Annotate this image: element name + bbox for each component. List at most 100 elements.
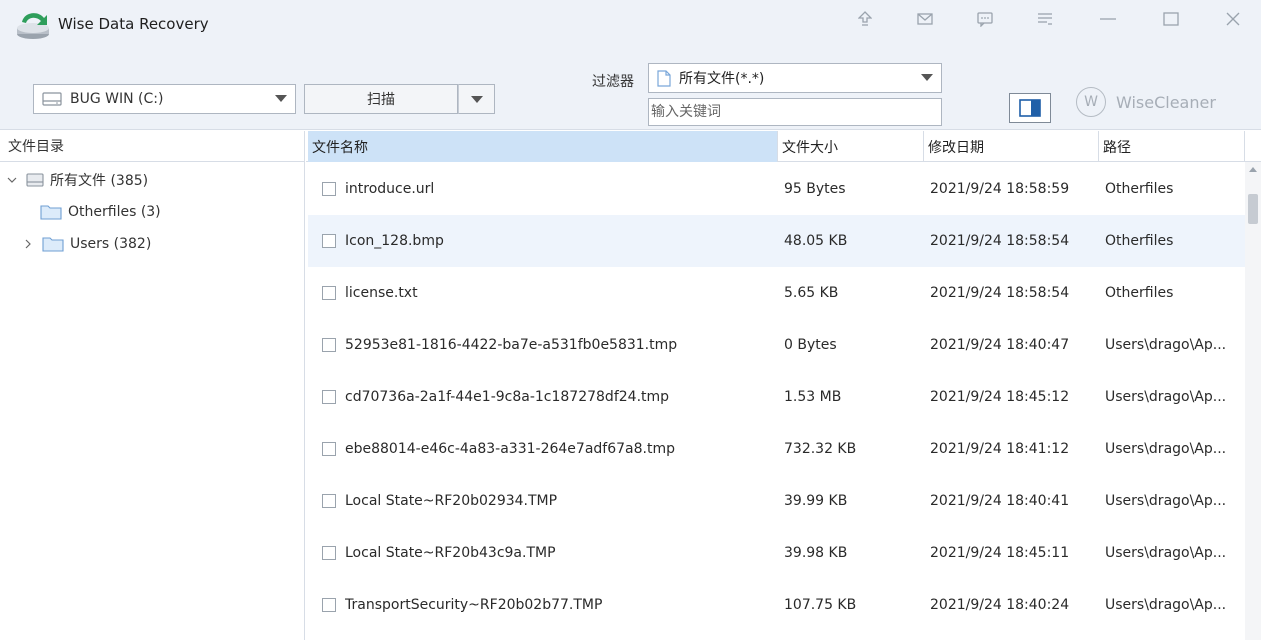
column-header-size[interactable]: 文件大小: [778, 131, 924, 162]
file-name: 52953e81-1816-4422-ba7e-a531fb0e5831.tmp: [345, 337, 678, 353]
vertical-scrollbar[interactable]: [1245, 162, 1261, 640]
tree-node-all-files[interactable]: 所有文件 (385): [6, 168, 148, 192]
file-date: 2021/9/24 18:58:54: [930, 285, 1070, 301]
tree-node-label: 所有文件 (385): [50, 173, 149, 189]
maximize-icon[interactable]: [1158, 8, 1184, 30]
file-path: Users\drago\Ap...: [1105, 493, 1227, 509]
toolbar-area: Wise Data Recovery BUG WIN (C:) 扫描 过滤器 所…: [0, 0, 1261, 130]
file-size: 39.98 KB: [784, 545, 848, 561]
drive-select[interactable]: BUG WIN (C:): [33, 84, 296, 114]
file-date: 2021/9/24 18:40:41: [930, 493, 1070, 509]
app-title: Wise Data Recovery: [58, 15, 209, 33]
file-path: Users\drago\Ap...: [1105, 597, 1227, 613]
table-row[interactable]: Icon_128.bmp 48.05 KB 2021/9/24 18:58:54…: [308, 215, 1245, 267]
row-checkbox[interactable]: [322, 598, 336, 612]
file-date: 2021/9/24 18:58:54: [930, 233, 1070, 249]
upgrade-icon[interactable]: [852, 8, 878, 30]
brand: W WiseCleaner: [1076, 87, 1216, 117]
mail-icon[interactable]: [912, 8, 938, 30]
row-checkbox[interactable]: [322, 182, 336, 196]
filter-value: 所有文件(*.*): [679, 71, 765, 87]
scroll-up-icon[interactable]: [1249, 167, 1257, 172]
table-row[interactable]: 52953e81-1816-4422-ba7e-a531fb0e5831.tmp…: [308, 319, 1245, 371]
tree-header: 文件目录: [0, 131, 304, 162]
table-row[interactable]: introduce.url 95 Bytes 2021/9/24 18:58:5…: [308, 163, 1245, 215]
menu-icon[interactable]: [1032, 8, 1058, 30]
file-path: Users\drago\Ap...: [1105, 337, 1227, 353]
drive-label: BUG WIN (C:): [70, 91, 164, 107]
preview-pane-button[interactable]: [1009, 93, 1051, 123]
row-checkbox[interactable]: [322, 338, 336, 352]
brand-name: WiseCleaner: [1116, 92, 1216, 112]
scrollbar-thumb[interactable]: [1248, 194, 1258, 224]
wisecleaner-logo-icon: W: [1076, 87, 1106, 117]
file-size: 732.32 KB: [784, 441, 857, 457]
file-name: Local State~RF20b02934.TMP: [345, 493, 558, 509]
row-checkbox[interactable]: [322, 546, 336, 560]
file-size: 0 Bytes: [784, 337, 837, 353]
file-size: 95 Bytes: [784, 181, 846, 197]
file-icon: [657, 69, 671, 87]
table-row[interactable]: license.txt 5.65 KB 2021/9/24 18:58:54 O…: [308, 267, 1245, 319]
tree-node-label: Otherfiles (3): [68, 204, 161, 220]
file-name: ebe88014-e46c-4a83-a331-264e7adf67a8.tmp: [345, 441, 675, 457]
chevron-down-icon: [275, 95, 287, 102]
file-size: 107.75 KB: [784, 597, 857, 613]
chevron-right-icon[interactable]: [22, 238, 34, 250]
drive-icon: [26, 173, 44, 187]
file-date: 2021/9/24 18:45:11: [930, 545, 1070, 561]
chevron-down-icon: [471, 96, 483, 103]
drive-icon: [42, 92, 62, 106]
table-row[interactable]: cd70736a-2a1f-44e1-9c8a-1c187278df24.tmp…: [308, 371, 1245, 423]
file-date: 2021/9/24 18:40:24: [930, 597, 1070, 613]
file-name: introduce.url: [345, 181, 435, 197]
file-name: TransportSecurity~RF20b02b77.TMP: [345, 597, 603, 613]
column-header-name[interactable]: 文件名称: [308, 131, 778, 162]
file-size: 5.65 KB: [784, 285, 839, 301]
tree-node-users[interactable]: Users (382): [22, 232, 151, 256]
chevron-down-icon: [921, 74, 933, 81]
table-row[interactable]: ebe88014-e46c-4a83-a331-264e7adf67a8.tmp…: [308, 423, 1245, 475]
close-icon[interactable]: [1220, 8, 1246, 30]
table-row[interactable]: TransportSecurity~RF20b02b77.TMP 107.75 …: [308, 579, 1245, 631]
chevron-down-icon[interactable]: [6, 174, 18, 186]
keyword-input[interactable]: [648, 98, 942, 126]
column-header-date[interactable]: 修改日期: [924, 131, 1099, 162]
list-header: 文件名称 文件大小 修改日期 路径: [306, 131, 1261, 162]
row-checkbox[interactable]: [322, 390, 336, 404]
file-date: 2021/9/24 18:45:12: [930, 389, 1070, 405]
file-name: Local State~RF20b43c9a.TMP: [345, 545, 556, 561]
tree-node-label: Users (382): [70, 236, 152, 252]
table-row[interactable]: Local State~RF20b02934.TMP 39.99 KB 2021…: [308, 475, 1245, 527]
scan-options-button[interactable]: [458, 84, 495, 114]
file-name: license.txt: [345, 285, 418, 301]
file-path: Users\drago\Ap...: [1105, 389, 1227, 405]
folder-icon: [40, 205, 62, 220]
directory-tree: 文件目录 所有文件 (385) Otherfiles (3) Users (38…: [0, 131, 305, 640]
file-list: 文件名称 文件大小 修改日期 路径 introduce.url 95 Bytes…: [306, 131, 1261, 640]
file-date: 2021/9/24 18:58:59: [930, 181, 1070, 197]
file-path: Otherfiles: [1105, 181, 1174, 197]
file-path: Otherfiles: [1105, 285, 1174, 301]
file-date: 2021/9/24 18:40:47: [930, 337, 1070, 353]
row-checkbox[interactable]: [322, 234, 336, 248]
column-header-path[interactable]: 路径: [1099, 131, 1245, 162]
row-checkbox[interactable]: [322, 494, 336, 508]
table-row[interactable]: Local State~RF20b43c9a.TMP 39.98 KB 2021…: [308, 527, 1245, 579]
row-checkbox[interactable]: [322, 286, 336, 300]
app-logo-icon: [17, 13, 49, 39]
file-name: Icon_128.bmp: [345, 233, 444, 249]
file-size: 48.05 KB: [784, 233, 848, 249]
split-view-icon: [1019, 99, 1041, 117]
minimize-icon[interactable]: [1095, 8, 1121, 30]
row-checkbox[interactable]: [322, 442, 336, 456]
scan-button[interactable]: 扫描: [304, 84, 458, 114]
filter-select[interactable]: 所有文件(*.*): [648, 63, 942, 93]
file-size: 39.99 KB: [784, 493, 848, 509]
file-path: Users\drago\Ap...: [1105, 545, 1227, 561]
tree-node-otherfiles[interactable]: Otherfiles (3): [40, 200, 161, 224]
file-date: 2021/9/24 18:41:12: [930, 441, 1070, 457]
file-name: cd70736a-2a1f-44e1-9c8a-1c187278df24.tmp: [345, 389, 670, 405]
filter-label: 过滤器: [592, 74, 634, 90]
feedback-icon[interactable]: [972, 8, 998, 30]
